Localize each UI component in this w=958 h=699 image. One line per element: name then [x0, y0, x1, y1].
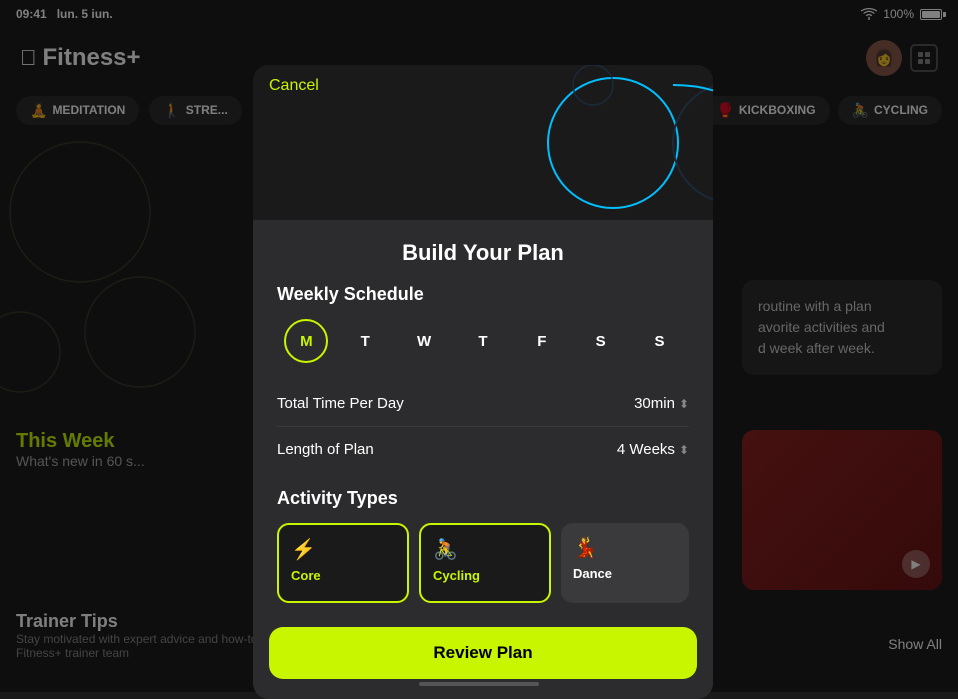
total-time-amount: 30min — [634, 395, 675, 412]
total-time-label: Total Time Per Day — [277, 395, 404, 412]
length-of-plan-value: 4 Weeks ⬍ — [617, 441, 689, 458]
modal-hero-circles — [253, 65, 713, 220]
build-plan-modal: Cancel Build Your Plan Weekly Schedule M… — [253, 65, 713, 699]
length-of-plan-amount: 4 Weeks — [617, 441, 675, 458]
activity-dance[interactable]: 💃 Dance — [561, 523, 689, 603]
length-chevron: ⬍ — [679, 443, 689, 457]
day-thursday[interactable]: T — [461, 319, 505, 363]
cancel-button[interactable]: Cancel — [269, 77, 319, 95]
weekly-schedule-label: Weekly Schedule — [277, 284, 689, 305]
core-label: Core — [291, 568, 395, 583]
total-time-row[interactable]: Total Time Per Day 30min ⬍ — [277, 381, 689, 427]
activity-core[interactable]: ⚡ Core — [277, 523, 409, 603]
cycling-label: Cycling — [433, 568, 537, 583]
review-button-container: Review Plan — [253, 615, 713, 699]
day-wednesday[interactable]: W — [402, 319, 446, 363]
modal-title: Build Your Plan — [277, 240, 689, 266]
dance-label: Dance — [573, 566, 677, 581]
home-indicator — [419, 682, 539, 686]
total-time-chevron: ⬍ — [679, 397, 689, 411]
cycling-activity-icon: 🚴 — [433, 537, 537, 562]
day-friday[interactable]: F — [520, 319, 564, 363]
length-of-plan-row[interactable]: Length of Plan 4 Weeks ⬍ — [277, 427, 689, 472]
day-selector: M T W T F S S — [277, 319, 689, 363]
modal-body: Build Your Plan Weekly Schedule M T W T … — [253, 220, 713, 472]
activity-section: Activity Types ⚡ Core 🚴 Cycling 💃 Dance — [253, 472, 713, 615]
activity-grid: ⚡ Core 🚴 Cycling 💃 Dance — [277, 523, 689, 603]
activity-cycling[interactable]: 🚴 Cycling — [419, 523, 551, 603]
dance-icon: 💃 — [573, 535, 677, 560]
review-plan-button[interactable]: Review Plan — [269, 627, 697, 679]
day-saturday[interactable]: S — [579, 319, 623, 363]
day-sunday[interactable]: S — [637, 319, 681, 363]
activity-types-label: Activity Types — [277, 488, 689, 509]
day-monday[interactable]: M — [284, 319, 328, 363]
modal-hero: Cancel — [253, 65, 713, 220]
length-of-plan-label: Length of Plan — [277, 441, 374, 458]
day-tuesday[interactable]: T — [343, 319, 387, 363]
core-icon: ⚡ — [291, 537, 395, 562]
total-time-value: 30min ⬍ — [634, 395, 689, 412]
